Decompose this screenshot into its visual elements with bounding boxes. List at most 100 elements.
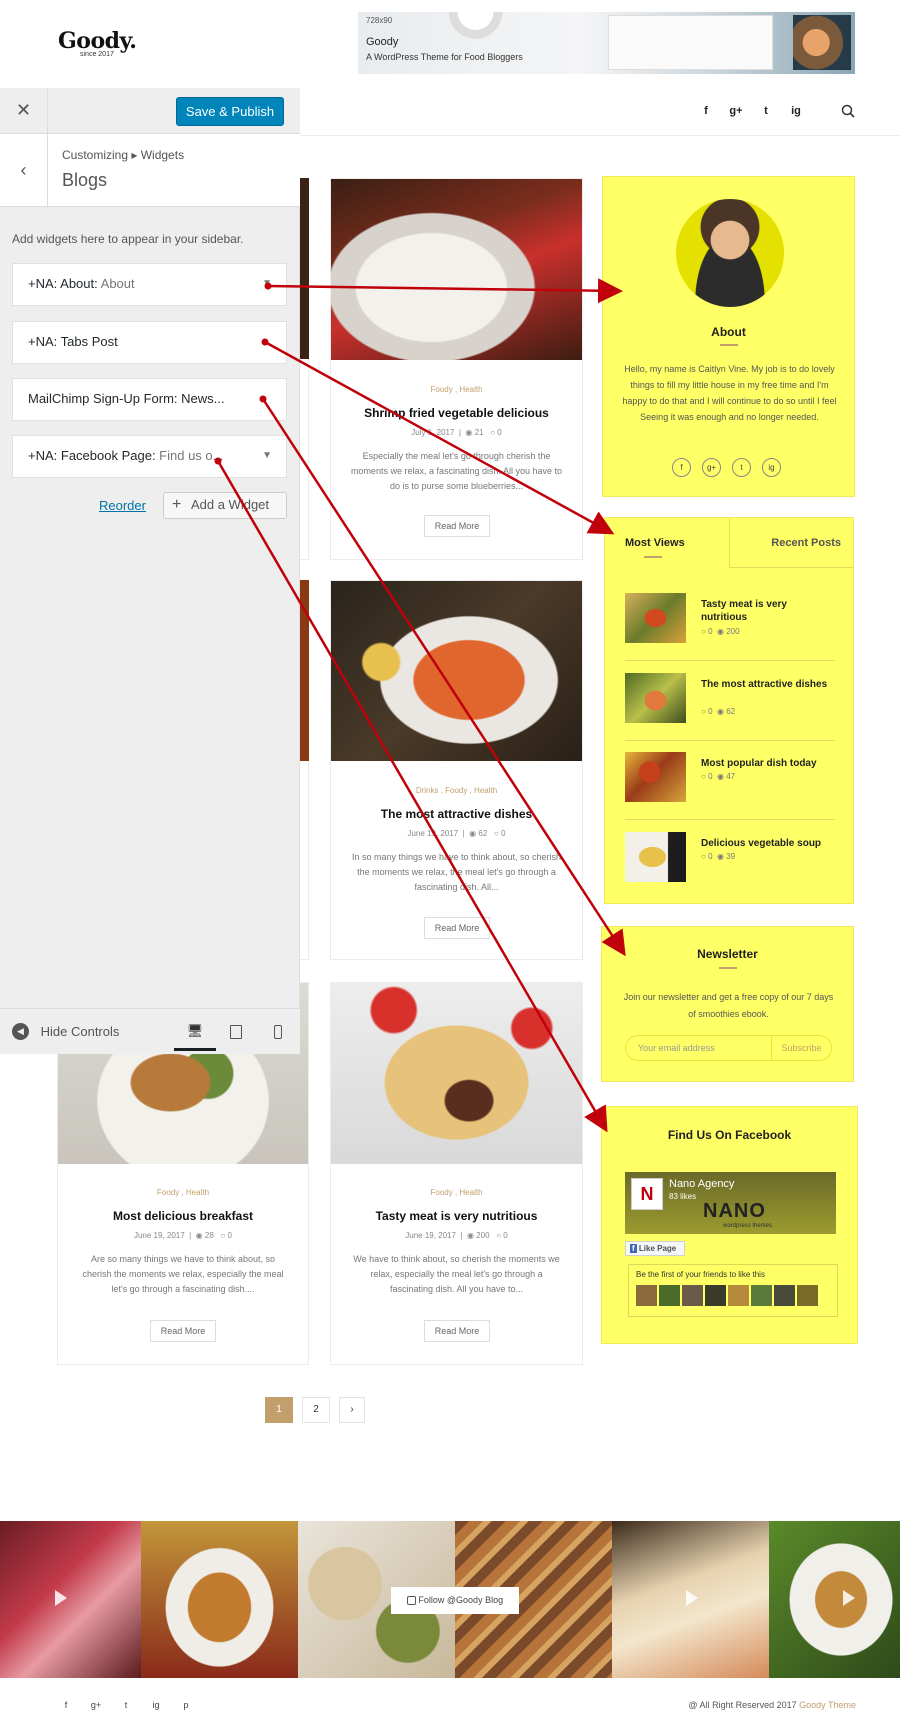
google-plus-icon[interactable]: g+ (702, 458, 721, 477)
facebook-icon[interactable]: f (60, 1700, 72, 1710)
tab-most-views[interactable]: Most Views (605, 518, 729, 568)
tab-item-meta: ○ 0 ◉ 200 (701, 627, 740, 636)
instagram-icon[interactable]: ig (762, 458, 781, 477)
tab-item-comments: 0 (708, 772, 713, 781)
mobile-icon (274, 1024, 282, 1039)
post-title[interactable]: Tasty meat is very nutritious (331, 1209, 582, 1223)
close-icon[interactable]: ✕ (0, 88, 48, 133)
comment-icon: ○ (496, 1231, 502, 1240)
google-plus-icon[interactable]: g+ (728, 105, 744, 117)
widget-tabs-post[interactable]: +NA: Tabs Post (12, 321, 287, 364)
post-categories[interactable]: Drinks , Foody , Health (331, 786, 582, 795)
google-plus-icon[interactable]: g+ (90, 1700, 102, 1710)
facebook-widget: Find Us On Facebook N Nano Agency 83 lik… (601, 1106, 858, 1344)
post-categories[interactable]: Foody , Health (331, 1188, 582, 1197)
footer-brand-link[interactable]: Goody Theme (799, 1700, 856, 1710)
instagram-icon[interactable]: ig (788, 105, 804, 117)
post-views: 21 (474, 428, 484, 437)
post-image[interactable] (331, 581, 582, 761)
facebook-page-cover[interactable]: N Nano Agency 83 likes NANO wordpress th… (625, 1172, 836, 1234)
post-categories[interactable]: Foody , Health (331, 385, 582, 394)
post-title[interactable]: The most attractive dishes (331, 807, 582, 821)
widget-about[interactable]: +NA: About: About ▼ (12, 263, 287, 306)
email-input[interactable]: Your email address (638, 1043, 715, 1053)
tab-list-item[interactable]: Most popular dish today ○ 0 ◉ 47 (625, 752, 835, 812)
ad-flower-image (443, 12, 508, 42)
chevron-down-icon[interactable]: ▼ (262, 436, 272, 476)
facebook-icon[interactable]: f (672, 458, 691, 477)
post-excerpt: Especially the meal let's go through che… (350, 451, 563, 491)
chevron-down-icon[interactable]: ▼ (262, 264, 272, 304)
twitter-icon[interactable]: t (120, 1700, 132, 1710)
tab-item-views: 62 (726, 707, 736, 716)
like-page-button[interactable]: f Like Page (625, 1241, 685, 1256)
ad-subtitle: A WordPress Theme for Food Bloggers (366, 52, 523, 62)
post-meta: June 19, 2017 | ◉ 28 ○ 0 (133, 1231, 232, 1240)
read-more-button[interactable]: Read More (424, 1320, 490, 1342)
page-name: Nano Agency (669, 1178, 735, 1190)
search-icon[interactable] (841, 104, 855, 118)
read-more-button[interactable]: Read More (150, 1320, 216, 1342)
eye-icon: ◉ (716, 852, 724, 861)
subscribe-button[interactable]: Subscribe (771, 1036, 831, 1060)
post-views: 28 (204, 1231, 214, 1240)
newsletter-title: Newsletter (697, 947, 758, 961)
tab-list-item[interactable]: The most attractive dishes ○ 0 ◉ 62 (625, 673, 835, 733)
widget-facebook-page[interactable]: +NA: Facebook Page: Find us o... ▼ (12, 435, 287, 478)
post-categories[interactable]: Foody , Health (58, 1188, 308, 1197)
ad-banner[interactable]: 728x90 Goody A WordPress Theme for Food … (358, 12, 855, 74)
next-page-button[interactable]: › (339, 1397, 365, 1423)
page-1-button[interactable]: 1 (265, 1397, 293, 1423)
site-logo[interactable]: Goody. since 2017 (58, 28, 137, 58)
tab-list-item[interactable]: Delicious vegetable soup ○ 0 ◉ 39 (625, 832, 835, 892)
twitter-icon[interactable]: t (758, 105, 774, 117)
post-image[interactable] (331, 983, 582, 1164)
twitter-icon[interactable]: t (732, 458, 751, 477)
widget-name: About (97, 276, 135, 291)
add-widget-button[interactable]: + Add a Widget (163, 492, 287, 519)
pinterest-icon[interactable]: p (180, 1700, 192, 1710)
instagram-photo[interactable] (0, 1521, 141, 1678)
tablet-preview-button[interactable] (224, 1015, 248, 1049)
widget-mailchimp[interactable]: MailChimp Sign-Up Form: News... (12, 378, 287, 421)
nano-brand-sub: wordpress themes (723, 1223, 773, 1229)
back-button[interactable]: ‹ (0, 134, 48, 206)
tab-item-title: Tasty meat is very nutritious (701, 599, 787, 623)
post-card: Foody , Health Shrimp fried vegetable de… (330, 178, 583, 560)
instagram-photo[interactable] (141, 1521, 298, 1678)
facebook-icon[interactable]: f (698, 105, 714, 117)
newsletter-text: Join our newsletter and get a free copy … (623, 992, 834, 1019)
page-2-button[interactable]: 2 (302, 1397, 330, 1423)
post-image-left-1 (300, 178, 309, 359)
tabs-post-widget: Most Views Recent Posts Tasty meat is ve… (604, 517, 854, 904)
hide-controls-button[interactable]: ◀ Hide Controls (12, 1023, 119, 1041)
eye-icon: ◉ (716, 627, 724, 636)
comment-icon: ○ (701, 707, 706, 716)
play-icon (843, 1590, 855, 1606)
post-comments: 0 (503, 1231, 508, 1240)
play-icon (55, 1590, 67, 1606)
tab-item-title: Delicious vegetable soup (701, 838, 822, 849)
about-text: Hello, my name is Caitlyn Vine. My job i… (622, 364, 837, 422)
read-more-button[interactable]: Read More (424, 917, 490, 939)
newsletter-form: Your email address Subscribe (625, 1035, 832, 1061)
post-image[interactable] (331, 179, 582, 360)
desktop-preview-button[interactable]: 🖥 (174, 1015, 216, 1051)
save-publish-button[interactable]: Save & Publish (176, 97, 284, 126)
post-title[interactable]: Shrimp fried vegetable delicious (331, 406, 582, 420)
post-title[interactable]: Most delicious breakfast (58, 1209, 308, 1223)
eye-icon: ◉ (469, 829, 477, 838)
ad-screenshot-image (608, 15, 773, 70)
tab-recent-posts[interactable]: Recent Posts (729, 518, 853, 568)
page-likes: 83 likes (669, 1192, 697, 1201)
instagram-follow-button[interactable]: Follow @Goody Blog (391, 1587, 519, 1614)
tab-list-item[interactable]: Tasty meat is very nutritious ○ 0 ◉ 200 (625, 593, 835, 653)
customizer-header: ✕ Save & Publish (0, 88, 300, 134)
instagram-photo[interactable] (769, 1521, 900, 1678)
instagram-icon[interactable]: ig (150, 1700, 162, 1710)
section-title: Blogs (62, 170, 108, 190)
post-comments: 0 (227, 1231, 232, 1240)
reorder-link[interactable]: Reorder (99, 498, 146, 513)
read-more-button[interactable]: Read More (424, 515, 490, 537)
mobile-preview-button[interactable] (266, 1015, 290, 1049)
